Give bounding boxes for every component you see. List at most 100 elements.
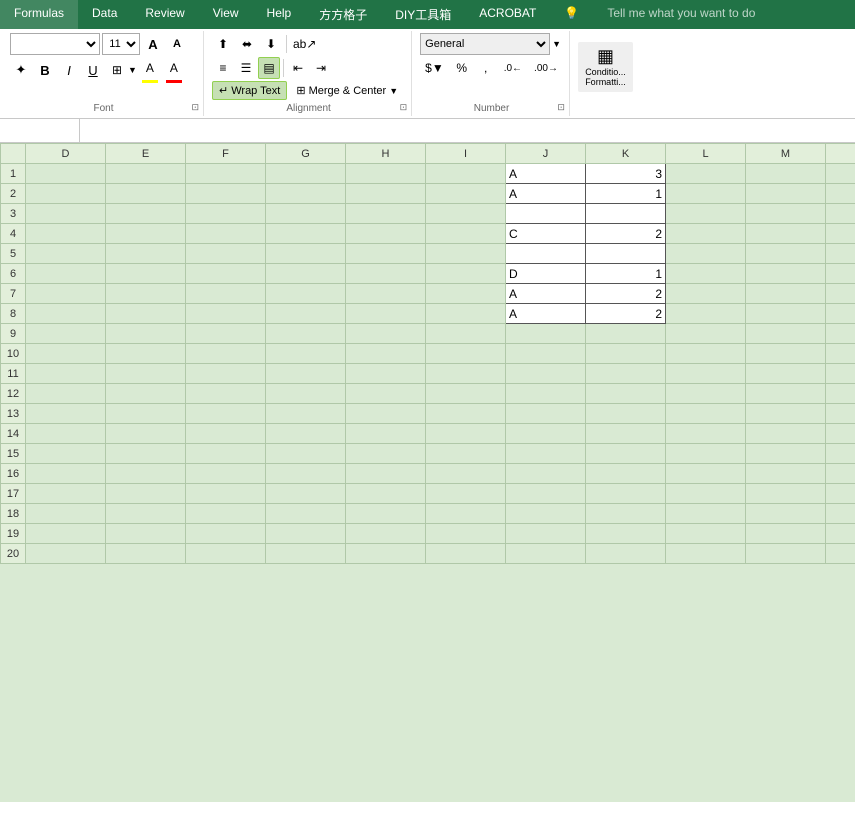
wrap-text-button[interactable]: ↵ Wrap Text bbox=[212, 81, 287, 100]
cell-j-20[interactable] bbox=[506, 544, 586, 564]
cell-l-18[interactable] bbox=[666, 504, 746, 524]
alignment-expand-icon[interactable]: ⊡ bbox=[398, 101, 410, 114]
cell-l-5[interactable] bbox=[666, 244, 746, 264]
cell-l-7[interactable] bbox=[666, 284, 746, 304]
cell-j-7[interactable]: A bbox=[506, 284, 586, 304]
number-format-chevron[interactable]: ▼ bbox=[552, 39, 561, 49]
cell-l-8[interactable] bbox=[666, 304, 746, 324]
col-header-m[interactable]: M bbox=[746, 144, 826, 164]
cell-l-9[interactable] bbox=[666, 324, 746, 344]
cell-e-5[interactable] bbox=[106, 244, 186, 264]
cell-k-12[interactable] bbox=[586, 384, 666, 404]
cell-f-20[interactable] bbox=[186, 544, 266, 564]
dollar-button[interactable]: $▼ bbox=[420, 57, 449, 79]
cell-d-18[interactable] bbox=[26, 504, 106, 524]
cell-d-12[interactable] bbox=[26, 384, 106, 404]
col-header-h[interactable]: H bbox=[346, 144, 426, 164]
cell-e-1[interactable] bbox=[106, 164, 186, 184]
cell-m-17[interactable] bbox=[746, 484, 826, 504]
cell-ref-box[interactable] bbox=[0, 119, 80, 142]
col-header-i[interactable]: I bbox=[426, 144, 506, 164]
cell-m-19[interactable] bbox=[746, 524, 826, 544]
cell-k-2[interactable]: 1 bbox=[586, 184, 666, 204]
comma-button[interactable]: , bbox=[475, 57, 497, 79]
cell-l-10[interactable] bbox=[666, 344, 746, 364]
cell-g-9[interactable] bbox=[266, 324, 346, 344]
cell-n-1[interactable] bbox=[826, 164, 855, 184]
cell-i-20[interactable] bbox=[426, 544, 506, 564]
cell-e-14[interactable] bbox=[106, 424, 186, 444]
col-header-g[interactable]: G bbox=[266, 144, 346, 164]
cell-k-8[interactable]: 2 bbox=[586, 304, 666, 324]
cell-i-8[interactable] bbox=[426, 304, 506, 324]
cell-f-6[interactable] bbox=[186, 264, 266, 284]
tab-data[interactable]: Data bbox=[78, 0, 131, 29]
cell-f-15[interactable] bbox=[186, 444, 266, 464]
cell-m-15[interactable] bbox=[746, 444, 826, 464]
cell-n-4[interactable] bbox=[826, 224, 855, 244]
cell-j-18[interactable] bbox=[506, 504, 586, 524]
cell-m-2[interactable] bbox=[746, 184, 826, 204]
cell-m-20[interactable] bbox=[746, 544, 826, 564]
cell-i-17[interactable] bbox=[426, 484, 506, 504]
font-size-select[interactable]: 11 bbox=[102, 33, 140, 55]
cell-n-8[interactable] bbox=[826, 304, 855, 324]
cell-d-17[interactable] bbox=[26, 484, 106, 504]
cell-n-17[interactable] bbox=[826, 484, 855, 504]
text-direction-button[interactable]: ab↗ bbox=[291, 35, 318, 53]
cell-d-16[interactable] bbox=[26, 464, 106, 484]
cell-k-19[interactable] bbox=[586, 524, 666, 544]
cell-f-9[interactable] bbox=[186, 324, 266, 344]
col-header-k[interactable]: K bbox=[586, 144, 666, 164]
cell-g-16[interactable] bbox=[266, 464, 346, 484]
cell-h-11[interactable] bbox=[346, 364, 426, 384]
row-header-20[interactable]: 20 bbox=[1, 544, 26, 564]
cell-f-7[interactable] bbox=[186, 284, 266, 304]
align-right-button[interactable]: ▤ bbox=[258, 57, 280, 79]
cell-j-12[interactable] bbox=[506, 384, 586, 404]
cell-f-11[interactable] bbox=[186, 364, 266, 384]
cell-f-4[interactable] bbox=[186, 224, 266, 244]
cell-f-14[interactable] bbox=[186, 424, 266, 444]
cell-m-4[interactable] bbox=[746, 224, 826, 244]
row-header-16[interactable]: 16 bbox=[1, 464, 26, 484]
cell-k-17[interactable] bbox=[586, 484, 666, 504]
cell-l-3[interactable] bbox=[666, 204, 746, 224]
cell-k-7[interactable]: 2 bbox=[586, 284, 666, 304]
cell-i-16[interactable] bbox=[426, 464, 506, 484]
increase-decimal-button[interactable]: .0← bbox=[499, 57, 527, 79]
cell-d-3[interactable] bbox=[26, 204, 106, 224]
cell-i-13[interactable] bbox=[426, 404, 506, 424]
cell-f-8[interactable] bbox=[186, 304, 266, 324]
row-header-19[interactable]: 19 bbox=[1, 524, 26, 544]
row-header-13[interactable]: 13 bbox=[1, 404, 26, 424]
cell-j-6[interactable]: D bbox=[506, 264, 586, 284]
merge-chevron-icon[interactable]: ▼ bbox=[389, 86, 398, 96]
align-left-button[interactable]: ≡ bbox=[212, 57, 234, 79]
row-header-12[interactable]: 12 bbox=[1, 384, 26, 404]
align-top-button[interactable]: ⬆ bbox=[212, 33, 234, 55]
cell-d-10[interactable] bbox=[26, 344, 106, 364]
cell-j-2[interactable]: A bbox=[506, 184, 586, 204]
cell-m-9[interactable] bbox=[746, 324, 826, 344]
cell-m-5[interactable] bbox=[746, 244, 826, 264]
cell-l-19[interactable] bbox=[666, 524, 746, 544]
cell-l-4[interactable] bbox=[666, 224, 746, 244]
cell-j-1[interactable]: A bbox=[506, 164, 586, 184]
cell-h-15[interactable] bbox=[346, 444, 426, 464]
cell-h-19[interactable] bbox=[346, 524, 426, 544]
cell-d-9[interactable] bbox=[26, 324, 106, 344]
cell-j-10[interactable] bbox=[506, 344, 586, 364]
cell-n-5[interactable] bbox=[826, 244, 855, 264]
cell-m-8[interactable] bbox=[746, 304, 826, 324]
cell-f-17[interactable] bbox=[186, 484, 266, 504]
cell-k-9[interactable] bbox=[586, 324, 666, 344]
cell-k-3[interactable] bbox=[586, 204, 666, 224]
format-painter-button[interactable]: ✦ bbox=[10, 59, 32, 81]
cell-j-8[interactable]: A bbox=[506, 304, 586, 324]
cell-f-2[interactable] bbox=[186, 184, 266, 204]
tell-me-input[interactable]: Tell me what you want to do bbox=[593, 0, 769, 29]
cell-e-7[interactable] bbox=[106, 284, 186, 304]
cell-k-11[interactable] bbox=[586, 364, 666, 384]
cell-e-2[interactable] bbox=[106, 184, 186, 204]
